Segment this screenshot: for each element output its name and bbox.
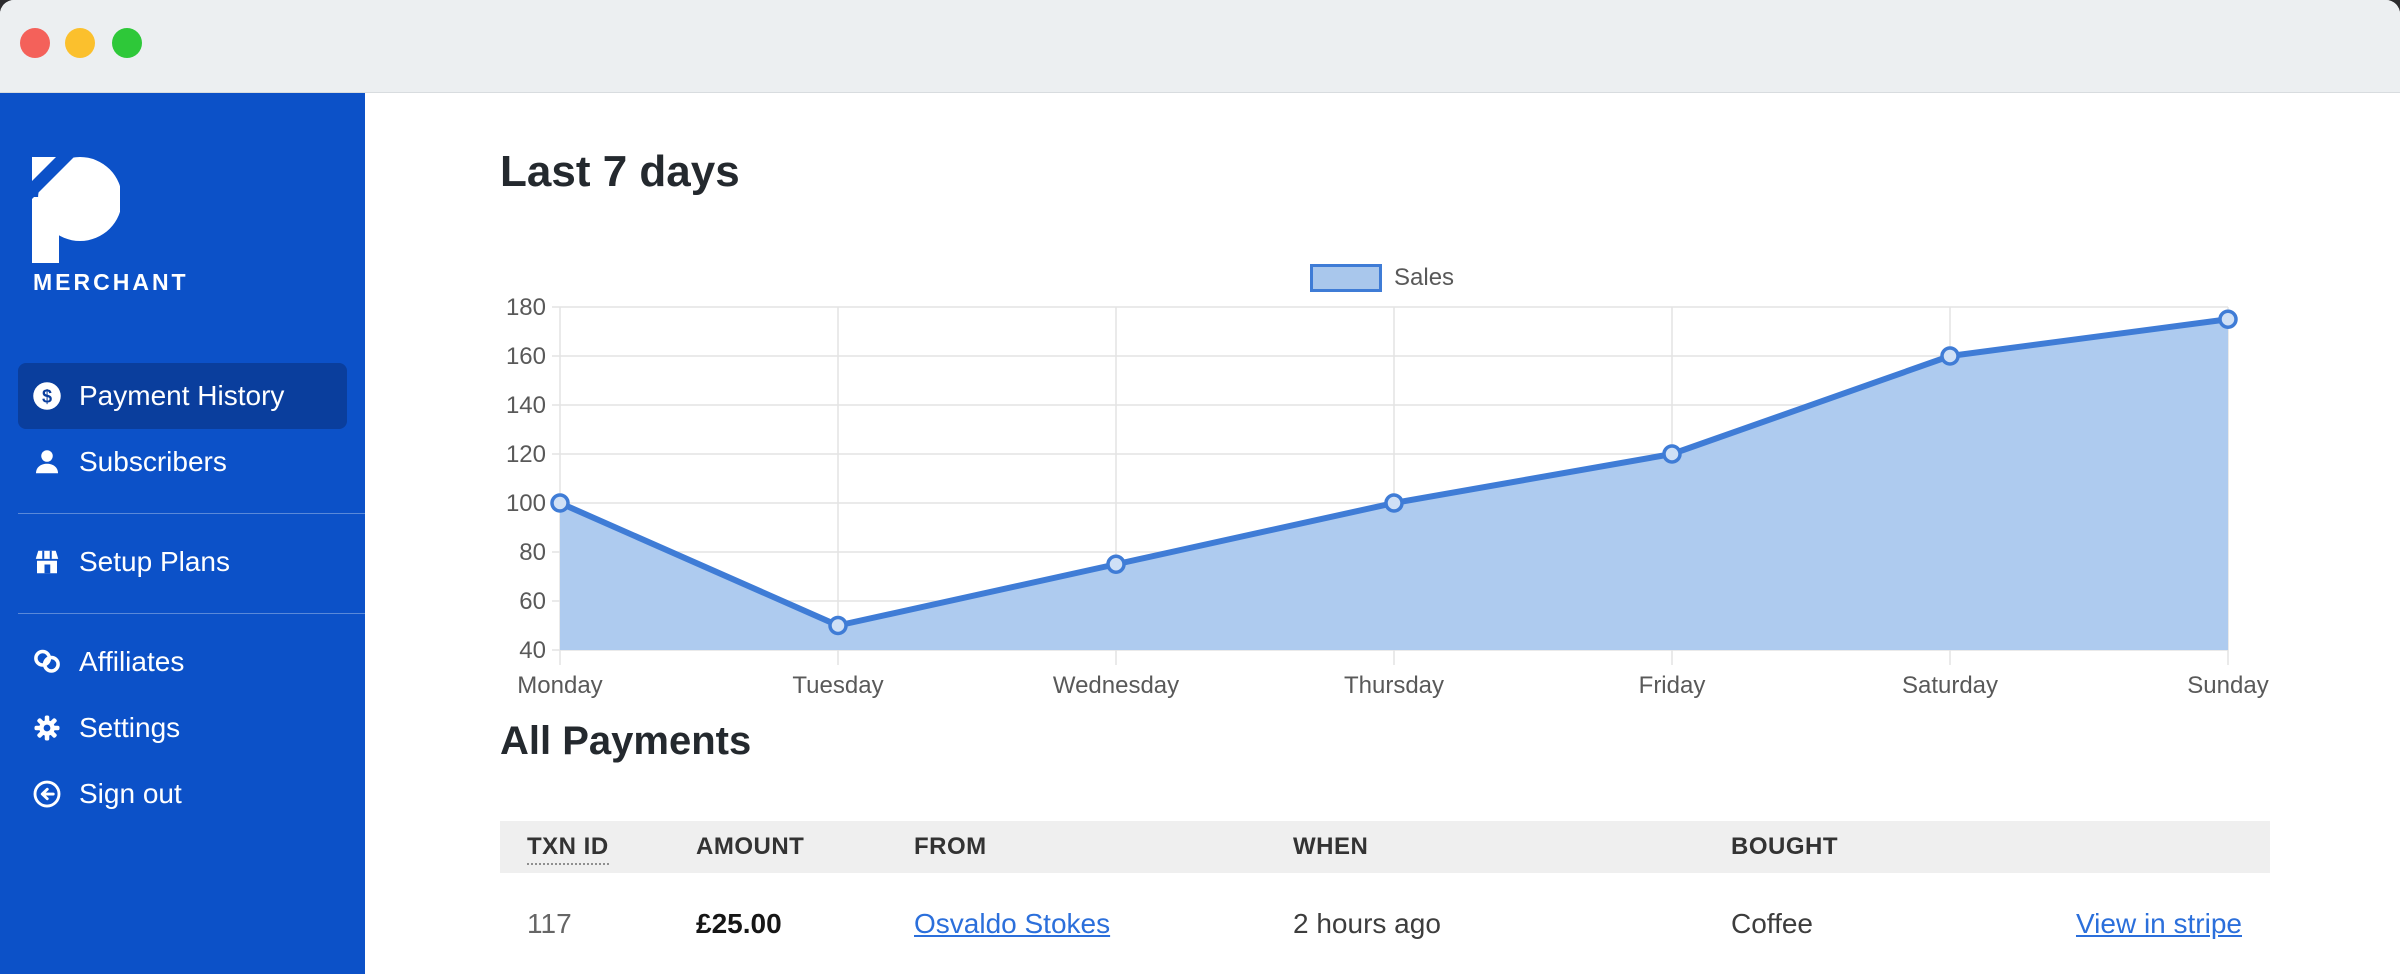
- y-axis-tick-label: 80: [519, 539, 546, 566]
- data-point[interactable]: [2220, 311, 2236, 327]
- data-point[interactable]: [1386, 495, 1402, 511]
- sidebar: MERCHANT $ Payment History Subscribers: [0, 93, 365, 974]
- payments-table: TXN ID AMOUNT FROM WHEN BOUGHT 117 £25.0…: [500, 821, 2270, 974]
- zoom-window-button[interactable]: [112, 28, 142, 58]
- column-header-from: FROM: [914, 833, 1293, 861]
- cell-when: 2 hours ago: [1293, 908, 1731, 940]
- brand-name: MERCHANT: [33, 269, 189, 296]
- main-content: Last 7 days Sales 180160140120100806040M…: [365, 93, 2400, 974]
- merchant-logo: [32, 157, 120, 263]
- window-titlebar: [0, 0, 2400, 93]
- sidebar-item-setup-plans[interactable]: Setup Plans: [0, 529, 365, 595]
- close-window-button[interactable]: [20, 28, 50, 58]
- sidebar-divider: [18, 613, 365, 614]
- sidebar-item-label: Affiliates: [79, 646, 184, 678]
- x-axis-tick-label: Thursday: [1344, 672, 1444, 699]
- dollar-circle-icon: $: [32, 381, 62, 411]
- x-axis-tick-label: Monday: [517, 672, 602, 699]
- sidebar-item-label: Setup Plans: [79, 546, 230, 578]
- y-axis-tick-label: 100: [506, 490, 546, 517]
- sign-out-icon: [32, 779, 62, 809]
- x-axis-tick-label: Wednesday: [1053, 672, 1179, 699]
- x-axis-tick-label: Tuesday: [792, 672, 883, 699]
- sidebar-item-sign-out[interactable]: Sign out: [0, 761, 365, 827]
- sidebar-item-subscribers[interactable]: Subscribers: [0, 429, 365, 495]
- x-axis-tick-label: Friday: [1639, 672, 1706, 699]
- cell-from: Osvaldo Stokes: [914, 908, 1293, 940]
- link-chain-icon: [32, 647, 62, 677]
- minimize-window-button[interactable]: [65, 28, 95, 58]
- column-header-when: WHEN: [1293, 833, 1731, 861]
- y-axis-tick-label: 160: [506, 343, 546, 370]
- view-in-stripe-link[interactable]: View in stripe: [2076, 908, 2242, 939]
- payments-section-title: All Payments: [500, 719, 751, 764]
- data-point[interactable]: [552, 495, 568, 511]
- gear-icon: [32, 713, 62, 743]
- sidebar-item-affiliates[interactable]: Affiliates: [0, 629, 365, 695]
- data-point[interactable]: [1942, 348, 1958, 364]
- sidebar-item-label: Subscribers: [79, 446, 227, 478]
- column-header-txn-id: TXN ID: [500, 833, 696, 861]
- table-header-row: TXN ID AMOUNT FROM WHEN BOUGHT: [500, 821, 2270, 873]
- chart-section-title: Last 7 days: [500, 147, 740, 197]
- x-axis-tick-label: Sunday: [2187, 672, 2268, 699]
- y-axis-tick-label: 60: [519, 588, 546, 615]
- sidebar-nav: $ Payment History Subscribers: [0, 363, 365, 827]
- sidebar-item-settings[interactable]: Settings: [0, 695, 365, 761]
- from-link[interactable]: Osvaldo Stokes: [914, 908, 1110, 939]
- cell-bought: Coffee: [1731, 908, 2074, 940]
- app-window: MERCHANT $ Payment History Subscribers: [0, 0, 2400, 974]
- sidebar-divider: [18, 513, 365, 514]
- cell-amount: £25.00: [696, 908, 914, 940]
- sales-chart: 180 160 140 120 100 80 60 40 Monday Tuesday Wednes…: [500, 255, 2400, 715]
- store-icon: [32, 547, 62, 577]
- y-axis-tick-label: 120: [506, 441, 546, 468]
- table-row: 117 £25.00 Osvaldo Stokes 2 hours ago Co…: [500, 873, 2270, 974]
- sidebar-item-payment-history[interactable]: $ Payment History: [18, 363, 347, 429]
- y-axis-tick-label: 140: [506, 392, 546, 419]
- person-icon: [32, 447, 62, 477]
- sidebar-item-label: Settings: [79, 712, 180, 744]
- cell-txn-id: 117: [500, 908, 696, 940]
- sidebar-item-label: Sign out: [79, 778, 182, 810]
- sidebar-item-label: Payment History: [79, 380, 284, 412]
- cell-action: View in stripe: [2074, 908, 2270, 940]
- data-point[interactable]: [1664, 446, 1680, 462]
- y-axis-tick-label: 180: [506, 294, 546, 321]
- column-header-bought: BOUGHT: [1731, 833, 2074, 861]
- y-axis-tick-label: 40: [519, 637, 546, 664]
- data-point[interactable]: [1108, 556, 1124, 572]
- column-header-amount: AMOUNT: [696, 833, 914, 861]
- svg-text:$: $: [42, 386, 52, 406]
- data-point[interactable]: [830, 618, 846, 634]
- x-axis-tick-label: Saturday: [1902, 672, 1998, 699]
